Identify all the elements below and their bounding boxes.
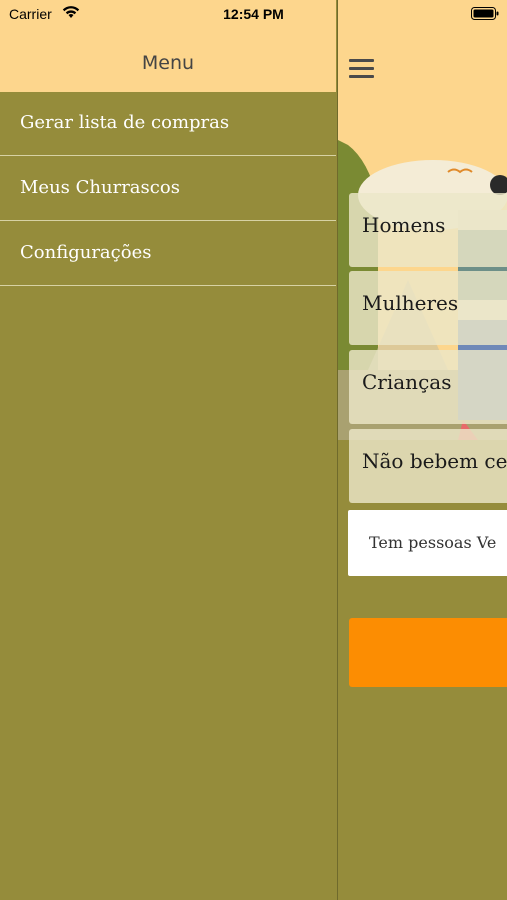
field-homens[interactable]: Homens [349, 193, 507, 267]
menu-item-configuracoes[interactable]: Configurações [0, 222, 336, 286]
field-criancas[interactable]: Crianças [349, 350, 507, 424]
menu-item-label: Meus Churrascos [20, 177, 180, 198]
field-label: Não bebem ce [362, 449, 507, 473]
battery-icon [471, 7, 499, 20]
vegan-label: Tem pessoas Ve [369, 533, 497, 552]
status-bar: Carrier 12:54 PM [0, 0, 507, 28]
side-drawer: Menu Gerar lista de compras Meus Churras… [0, 0, 336, 900]
hamburger-icon[interactable] [349, 59, 375, 79]
drawer-title: Menu [141, 52, 195, 74]
field-label: Mulheres [362, 291, 459, 315]
main-screen: Homens Mulheres Crianças Não bebem ce Te… [337, 0, 507, 900]
calculate-button[interactable] [349, 618, 507, 687]
clock-time: 12:54 PM [223, 6, 284, 22]
menu-item-label: Gerar lista de compras [20, 112, 230, 133]
vegan-toggle-row[interactable]: Tem pessoas Ve [348, 510, 507, 576]
field-mulheres[interactable]: Mulheres [349, 271, 507, 345]
menu-item-gerar-lista[interactable]: Gerar lista de compras [0, 92, 336, 156]
field-label: Crianças [362, 370, 452, 394]
field-nao-bebem[interactable]: Não bebem ce [349, 429, 507, 503]
menu-item-meus-churrascos[interactable]: Meus Churrascos [0, 157, 336, 221]
menu-item-label: Configurações [20, 242, 152, 263]
field-label: Homens [362, 213, 446, 237]
